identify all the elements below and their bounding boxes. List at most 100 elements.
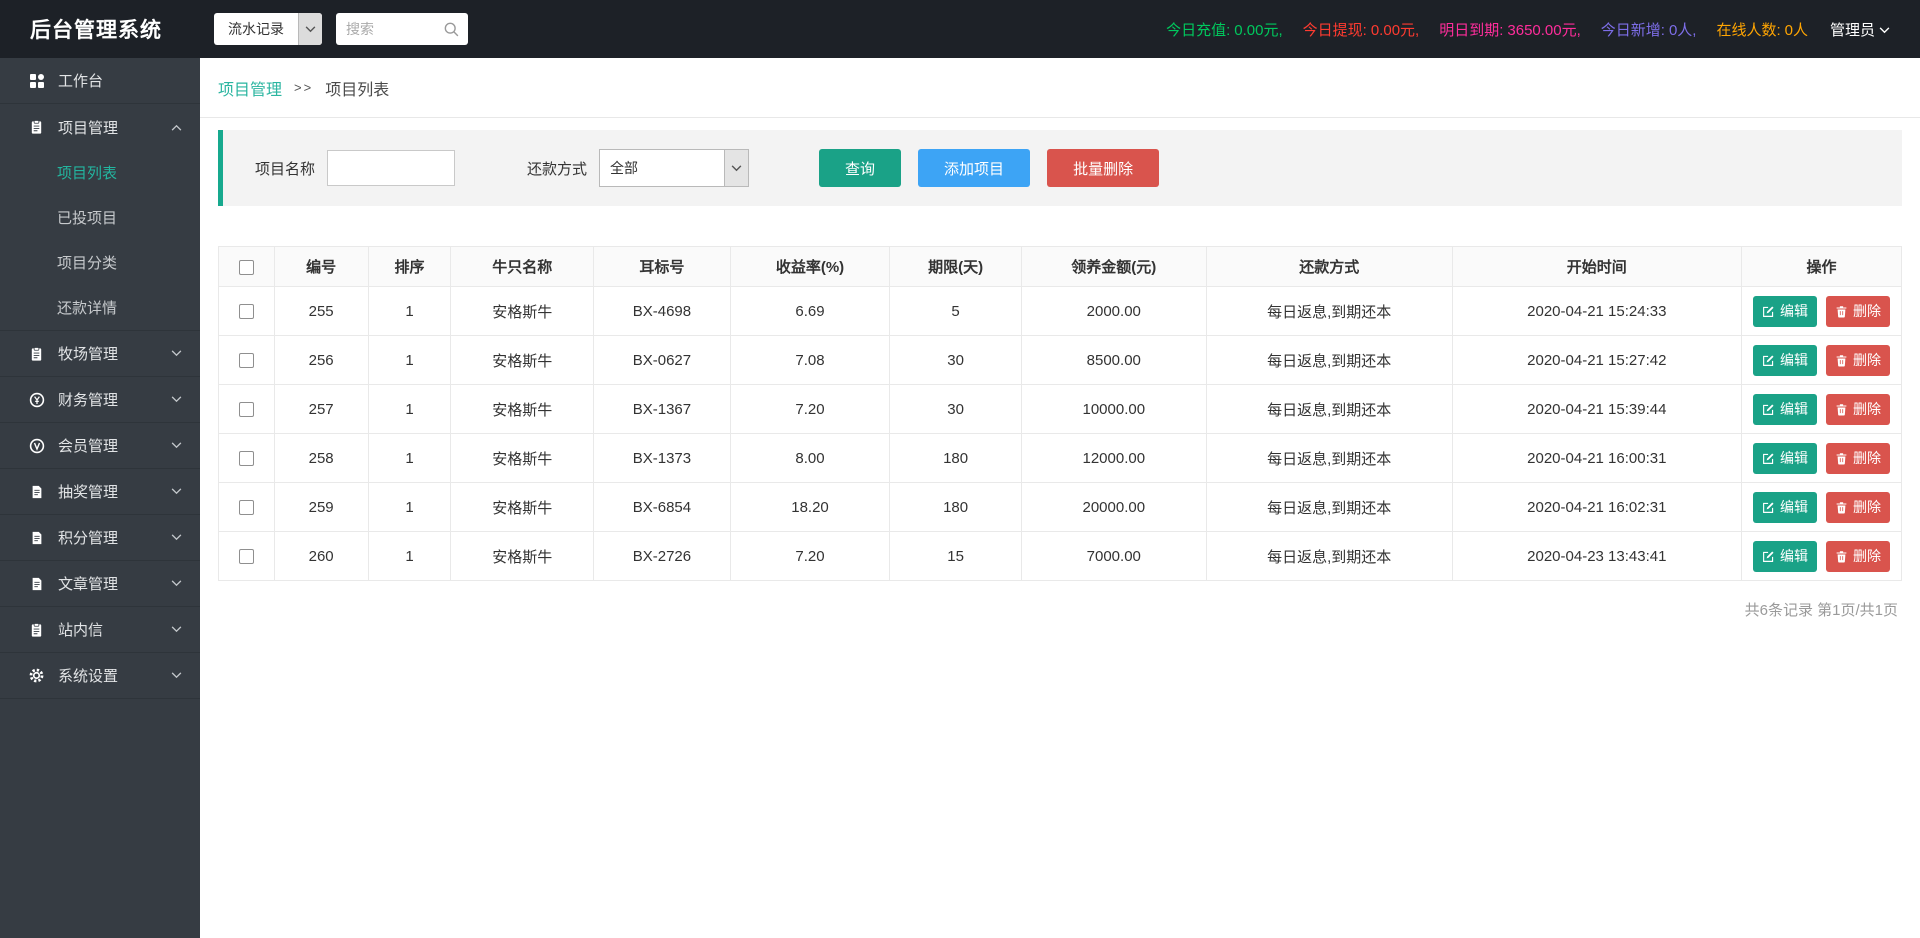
- chevron-down-icon: [171, 672, 182, 679]
- stat-online-count: 在线人数: 0人: [1716, 21, 1808, 39]
- topbar-stats: 今日充值: 0.00元, 今日提现: 0.00元, 明日到期: 3650.00元, 今…: [1166, 19, 1808, 40]
- repayment-method-label: 还款方式: [527, 160, 588, 178]
- col-actions: 操作: [1741, 246, 1902, 287]
- table-row: 255 1 安格斯牛 BX-4698 6.69 5 2000.00 每日返息,到…: [218, 286, 1902, 336]
- yuan-circle-icon: [28, 391, 45, 408]
- delete-button[interactable]: 删除: [1826, 295, 1891, 327]
- col-id: 编号: [273, 246, 369, 287]
- search-icon[interactable]: [443, 21, 460, 38]
- sidebar-subitem-project-list[interactable]: 项目列表: [0, 150, 200, 195]
- sidebar-item-label: 项目管理: [58, 119, 119, 137]
- clipboard-icon: [28, 621, 45, 638]
- sidebar-item-label: 牧场管理: [58, 346, 119, 363]
- header-checkbox-cell: [218, 246, 275, 287]
- sidebar: 工作台 项目管理 项目列表 已投项目 项目分类 还款详情 牧场管理 财务管理 会…: [0, 58, 200, 938]
- col-ear-tag: 耳标号: [593, 246, 731, 287]
- chevron-down-icon: [171, 488, 182, 495]
- trash-icon: [1836, 550, 1847, 563]
- stat-today-recharge: 今日充值: 0.00元,: [1166, 21, 1283, 39]
- row-checkbox[interactable]: [238, 304, 254, 320]
- trash-icon: [1836, 452, 1847, 465]
- chevron-up-icon: [171, 124, 182, 131]
- breadcrumb-current-page: 项目列表: [325, 81, 390, 99]
- col-yield-rate: 收益率(%): [729, 246, 891, 287]
- row-checkbox[interactable]: [238, 549, 254, 565]
- col-cattle-name: 牛只名称: [450, 246, 595, 287]
- sidebar-item-workbench[interactable]: 工作台: [0, 58, 200, 104]
- edit-button[interactable]: 编辑: [1753, 491, 1818, 523]
- sidebar-item-member-management[interactable]: 会员管理: [0, 423, 200, 469]
- col-start-time: 开始时间: [1451, 246, 1743, 287]
- sidebar-subitem-project-categories[interactable]: 项目分类: [0, 240, 200, 285]
- sidebar-item-article-management[interactable]: 文章管理: [0, 561, 200, 607]
- sidebar-item-label: 积分管理: [58, 530, 119, 547]
- row-checkbox[interactable]: [238, 451, 254, 467]
- sidebar-item-project-management[interactable]: 项目管理: [0, 104, 200, 150]
- sidebar-item-label: 工作台: [58, 73, 104, 90]
- select-all-checkbox[interactable]: [238, 259, 254, 275]
- module-select[interactable]: 流水记录: [214, 13, 322, 45]
- table-header-row: 编号 排序 牛只名称 耳标号 收益率(%) 期限(天) 领养金额(元) 还款方式…: [218, 246, 1902, 287]
- user-menu[interactable]: 管理员: [1830, 19, 1890, 40]
- sidebar-item-finance-management[interactable]: 财务管理: [0, 377, 200, 423]
- search-input[interactable]: [336, 21, 443, 37]
- gear-icon: [28, 667, 45, 684]
- add-project-button[interactable]: 添加项目: [918, 149, 1031, 187]
- dashboard-icon: [28, 72, 45, 89]
- sidebar-item-pasture-management[interactable]: 牧场管理: [0, 331, 200, 377]
- pagination-summary: 共6条记录 第1页/共1页: [1744, 602, 1898, 619]
- delete-button[interactable]: 删除: [1826, 393, 1891, 425]
- sidebar-item-points-management[interactable]: 积分管理: [0, 515, 200, 561]
- col-adopt-amount: 领养金额(元): [1020, 246, 1207, 287]
- document-icon: [28, 529, 45, 546]
- edit-pencil-icon: [1763, 403, 1774, 415]
- sidebar-subitem-invested-projects[interactable]: 已投项目: [0, 195, 200, 240]
- row-checkbox[interactable]: [238, 500, 254, 516]
- col-sort: 排序: [367, 246, 452, 287]
- breadcrumb: 项目管理 >> 项目列表: [200, 58, 1920, 118]
- table-row: 256 1 安格斯牛 BX-0627 7.08 30 8500.00 每日返息,…: [218, 335, 1902, 385]
- delete-button[interactable]: 删除: [1826, 442, 1891, 474]
- project-name-label: 项目名称: [255, 160, 316, 178]
- edit-pencil-icon: [1763, 305, 1774, 317]
- edit-button[interactable]: 编辑: [1753, 540, 1818, 572]
- edit-button[interactable]: 编辑: [1753, 295, 1818, 327]
- delete-button[interactable]: 删除: [1826, 540, 1891, 572]
- sidebar-item-label: 站内信: [58, 622, 104, 639]
- sidebar-item-site-messages[interactable]: 站内信: [0, 607, 200, 653]
- edit-button[interactable]: 编辑: [1753, 393, 1818, 425]
- query-button[interactable]: 查询: [819, 149, 902, 187]
- sidebar-item-system-settings[interactable]: 系统设置: [0, 653, 200, 699]
- delete-button[interactable]: 删除: [1826, 344, 1891, 376]
- chevron-down-icon: [171, 626, 182, 633]
- col-term-days: 期限(天): [889, 246, 1022, 287]
- stat-new-today: 今日新增: 0人,: [1600, 21, 1697, 39]
- trash-icon: [1836, 501, 1847, 514]
- filter-panel: 项目名称 还款方式 全部 查询 添加项目 批量删除: [218, 130, 1902, 206]
- delete-button[interactable]: 删除: [1826, 491, 1891, 523]
- sidebar-item-label: 系统设置: [58, 668, 119, 685]
- edit-pencil-icon: [1763, 354, 1774, 366]
- stat-due-tomorrow: 明日到期: 3650.00元,: [1439, 21, 1581, 39]
- edit-button[interactable]: 编辑: [1753, 344, 1818, 376]
- stat-today-withdraw: 今日提现: 0.00元,: [1302, 21, 1420, 39]
- edit-pencil-icon: [1763, 550, 1774, 562]
- clipboard-icon: [28, 119, 45, 136]
- user-name: 管理员: [1829, 21, 1875, 39]
- chevron-down-icon: [724, 150, 749, 186]
- app-title: 后台管理系统: [30, 19, 162, 42]
- sidebar-item-lottery-management[interactable]: 抽奖管理: [0, 469, 200, 515]
- edit-button[interactable]: 编辑: [1753, 442, 1818, 474]
- row-checkbox[interactable]: [238, 353, 254, 369]
- member-circle-icon: [28, 437, 45, 454]
- main-content: 项目管理 >> 项目列表 项目名称 还款方式 全部 查询 添加项目 批量删除 编…: [200, 58, 1920, 938]
- breadcrumb-section-link[interactable]: 项目管理: [218, 76, 282, 100]
- row-checkbox[interactable]: [238, 402, 254, 418]
- sidebar-subitem-repayment-details[interactable]: 还款详情: [0, 285, 200, 330]
- project-name-input[interactable]: [327, 150, 456, 186]
- edit-pencil-icon: [1763, 452, 1774, 464]
- batch-delete-button[interactable]: 批量删除: [1047, 149, 1160, 187]
- global-search: [336, 13, 468, 45]
- chevron-down-icon: [171, 442, 182, 449]
- repayment-method-select[interactable]: 全部: [599, 149, 750, 187]
